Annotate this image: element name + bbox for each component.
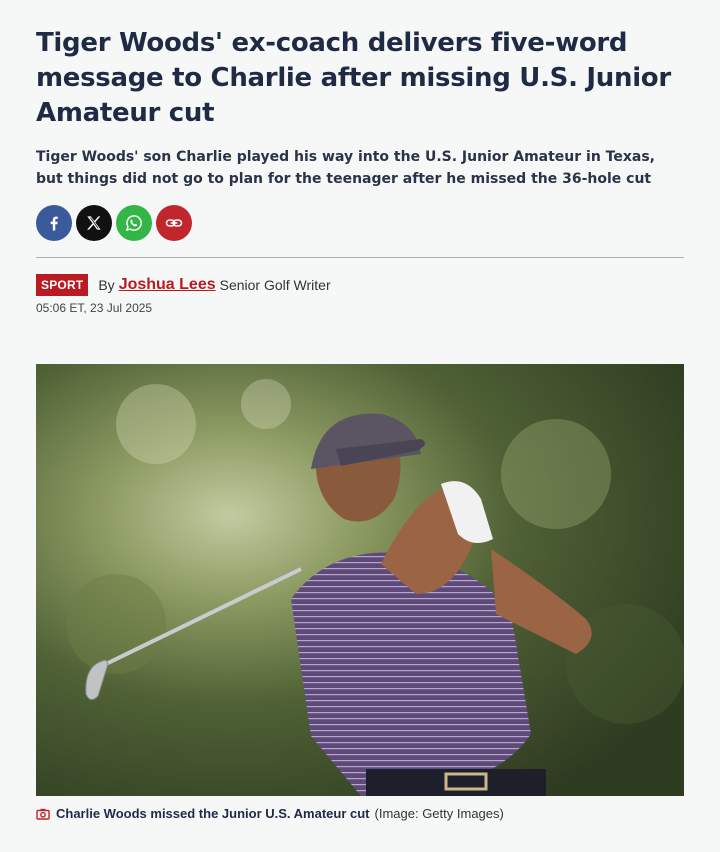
standfirst: Tiger Woods' son Charlie played his way … [36, 149, 656, 187]
image-caption: Charlie Woods missed the Junior U.S. Ama… [36, 806, 504, 821]
hero-image[interactable] [36, 364, 684, 796]
link-icon [165, 219, 183, 227]
byline: SPORT By Joshua Lees Senior Golf Writer [36, 274, 331, 296]
x-share-button[interactable] [76, 205, 112, 241]
caption-credit: (Image: Getty Images) [374, 806, 504, 821]
byline-divider [36, 257, 684, 258]
publish-timestamp: 05:06 ET, 23 Jul 2025 [36, 301, 153, 315]
author-role: Senior Golf Writer [219, 277, 331, 293]
caption-text: Charlie Woods missed the Junior U.S. Ama… [56, 806, 370, 821]
share-buttons [36, 205, 192, 241]
author-link[interactable]: Joshua Lees [119, 276, 216, 294]
x-icon [87, 216, 101, 230]
brand-logo-fragment: ◠ [36, 0, 56, 4]
headline: Tiger Woods' ex-coach delivers five-word… [36, 28, 671, 128]
facebook-icon [50, 216, 58, 231]
whatsapp-share-button[interactable] [116, 205, 152, 241]
by-prefix: By [98, 277, 115, 293]
facebook-share-button[interactable] [36, 205, 72, 241]
whatsapp-icon [125, 215, 142, 232]
copy-link-button[interactable] [156, 205, 192, 241]
camera-icon [36, 808, 50, 820]
article-page: ◠ Tiger Woods' ex-coach delivers five-wo… [0, 0, 720, 852]
golfer-photo [36, 364, 684, 796]
section-tag[interactable]: SPORT [36, 274, 89, 296]
